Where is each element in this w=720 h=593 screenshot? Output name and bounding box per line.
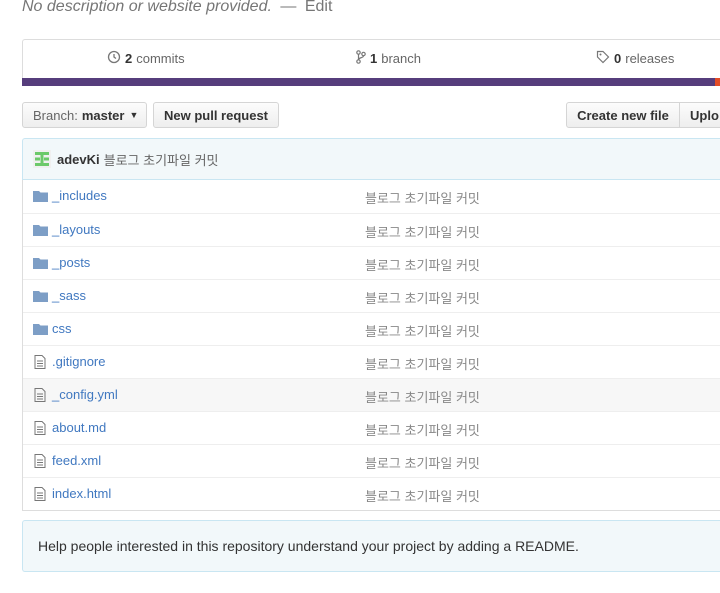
file-text-icon (33, 355, 49, 369)
file-text-icon (33, 388, 49, 402)
folder-icon (33, 289, 49, 303)
file-name-link[interactable]: feed.xml (52, 453, 101, 468)
upload-files-button[interactable]: Uplo (679, 102, 720, 128)
folder-icon (33, 189, 49, 203)
file-commit-message[interactable]: 블로그 초기파일 커밋 (365, 321, 480, 340)
file-row[interactable]: css 블로그 초기파일 커밋 (23, 312, 720, 345)
file-commit-message[interactable]: 블로그 초기파일 커밋 (365, 420, 480, 439)
description-separator: — (280, 0, 297, 15)
readme-prompt: Help people interested in this repositor… (22, 520, 720, 572)
releases-label: releases (625, 51, 675, 66)
file-name-link[interactable]: _layouts (52, 222, 100, 237)
file-list: _includes 블로그 초기파일 커밋 _layouts 블로그 초기파일 … (22, 180, 720, 511)
file-row[interactable]: _includes 블로그 초기파일 커밋 (23, 180, 720, 213)
commits-link[interactable]: 2 commits (107, 50, 185, 67)
file-text-icon (33, 487, 49, 501)
file-row[interactable]: about.md 블로그 초기파일 커밋 (23, 411, 720, 444)
branches-label: branch (381, 51, 421, 66)
file-commit-message[interactable]: 블로그 초기파일 커밋 (365, 354, 480, 373)
file-name-link[interactable]: index.html (52, 486, 111, 501)
file-row[interactable]: index.html 블로그 초기파일 커밋 (23, 477, 720, 510)
language-segment-secondary (715, 78, 720, 86)
commits-label: commits (136, 51, 185, 66)
create-new-file-button[interactable]: Create new file (566, 102, 680, 128)
latest-commit-bar: adevKi 블로그 초기파일 커밋 (22, 138, 720, 180)
file-name-link[interactable]: _posts (52, 255, 90, 270)
file-commit-message[interactable]: 블로그 초기파일 커밋 (365, 453, 480, 472)
language-segment-primary (22, 78, 715, 86)
branch-name: master (81, 107, 125, 123)
caret-down-icon: ▼ (129, 110, 139, 120)
branch-prefix: Branch: (33, 107, 78, 123)
file-commit-message[interactable]: 블로그 초기파일 커밋 (365, 188, 480, 207)
file-name-link[interactable]: .gitignore (52, 354, 105, 369)
tag-icon (596, 50, 610, 67)
folder-icon (33, 223, 49, 237)
file-commit-message[interactable]: 블로그 초기파일 커밋 (365, 288, 480, 307)
file-commit-message[interactable]: 블로그 초기파일 커밋 (365, 255, 480, 274)
file-row[interactable]: feed.xml 블로그 초기파일 커밋 (23, 444, 720, 477)
file-name-link[interactable]: css (52, 321, 72, 336)
releases-count: 0 (614, 51, 622, 66)
language-bar[interactable] (22, 78, 720, 86)
file-commit-message[interactable]: 블로그 초기파일 커밋 (365, 222, 480, 241)
file-row[interactable]: _layouts 블로그 초기파일 커밋 (23, 213, 720, 246)
file-row[interactable]: _config.yml 블로그 초기파일 커밋 (23, 378, 720, 411)
branches-link[interactable]: 1 branch (356, 50, 421, 67)
releases-link[interactable]: 0 releases (596, 50, 674, 67)
file-text-icon (33, 421, 49, 435)
readme-prompt-text: Help people interested in this repositor… (38, 538, 579, 554)
avatar[interactable] (33, 150, 51, 168)
description-text: No description or website provided. (22, 0, 272, 15)
file-name-link[interactable]: _sass (52, 288, 86, 303)
file-row[interactable]: .gitignore 블로그 초기파일 커밋 (23, 345, 720, 378)
git-branch-icon (356, 50, 366, 67)
edit-description-link[interactable]: Edit (305, 0, 333, 15)
history-icon (107, 50, 121, 67)
file-name-link[interactable]: about.md (52, 420, 106, 435)
commit-author[interactable]: adevKi (57, 152, 100, 167)
file-name-link[interactable]: _includes (52, 188, 107, 203)
file-commit-message[interactable]: 블로그 초기파일 커밋 (365, 387, 480, 406)
commits-count: 2 (125, 51, 133, 66)
file-row[interactable]: _sass 블로그 초기파일 커밋 (23, 279, 720, 312)
branch-select-button[interactable]: Branch: master ▼ (22, 102, 147, 128)
folder-icon (33, 256, 49, 270)
folder-icon (33, 322, 49, 336)
file-row[interactable]: _posts 블로그 초기파일 커밋 (23, 246, 720, 279)
file-name-link[interactable]: _config.yml (52, 387, 118, 402)
branches-count: 1 (370, 51, 378, 66)
file-commit-message[interactable]: 블로그 초기파일 커밋 (365, 486, 480, 505)
repo-description: No description or website provided. — Ed… (22, 0, 332, 16)
commit-message[interactable]: 블로그 초기파일 커밋 (104, 150, 219, 169)
new-pull-request-button[interactable]: New pull request (153, 102, 279, 128)
file-text-icon (33, 454, 49, 468)
